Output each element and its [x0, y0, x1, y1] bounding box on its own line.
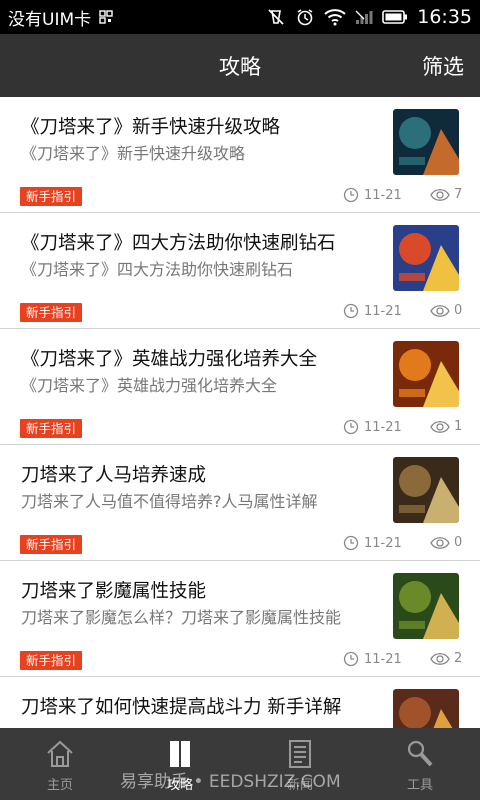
news-icon	[289, 740, 311, 768]
article-thumbnail	[393, 689, 459, 728]
article-thumbnail	[393, 573, 459, 639]
mute-icon	[266, 7, 286, 27]
carrier-label: 没有UIM卡	[8, 9, 92, 30]
article-summary: 《刀塔来了》新手快速升级攻略	[21, 144, 246, 163]
article-summary: 刀塔来了人马值不值得培养?人马属性详解	[21, 492, 318, 511]
article-summary: 《刀塔来了》四大方法助你快速刷钻石	[21, 260, 294, 279]
article-item[interactable]: 《刀塔来了》英雄战力强化培养大全 《刀塔来了》英雄战力强化培养大全 新手指引 11-2…	[0, 329, 480, 445]
qr-scan-icon	[99, 10, 113, 24]
wrench-icon	[407, 740, 433, 767]
publish-date: 11-21	[343, 651, 402, 667]
article-item[interactable]: 刀塔来了如何快速提高战斗力 新手详解	[0, 677, 480, 728]
views-text: 1	[454, 419, 463, 434]
clock-icon	[343, 303, 359, 319]
article-summary: 刀塔来了影魔怎么样？刀塔来了影魔属性技能	[21, 608, 342, 627]
publish-date: 11-21	[343, 535, 402, 551]
page-title: 攻略	[219, 54, 261, 79]
alarm-icon	[295, 7, 315, 27]
watermark-text: 易享助手 • EEDSHZIZ.COM	[120, 772, 341, 792]
article-thumbnail	[393, 109, 459, 175]
category-tag: 新手指引	[20, 651, 83, 670]
filter-button[interactable]: 筛选	[422, 51, 464, 81]
eye-icon	[430, 420, 450, 433]
article-summary: 《刀塔来了》英雄战力强化培养大全	[21, 376, 278, 395]
status-bar: 没有UIM卡 16:35	[0, 0, 480, 34]
article-item[interactable]: 《刀塔来了》四大方法助你快速刷钻石 《刀塔来了》四大方法助你快速刷钻石 新手指引 11…	[0, 213, 480, 329]
tab-label: 工具	[406, 778, 433, 793]
battery-icon	[382, 9, 408, 25]
date-text: 11-21	[364, 535, 402, 551]
tab-home[interactable]: 主页	[0, 728, 120, 800]
article-item[interactable]: 刀塔来了人马培养速成刀塔来了人马值不值得培养?人马属性详解 新手指引 11-21 0	[0, 445, 480, 561]
article-thumbnail	[393, 341, 459, 407]
article-title: 《刀塔来了》英雄战力强化培养大全	[21, 349, 318, 370]
clock-icon	[343, 419, 359, 435]
views-text: 0	[454, 303, 463, 318]
category-tag: 新手指引	[20, 419, 83, 438]
publish-date: 11-21	[343, 187, 402, 203]
article-thumbnail	[393, 457, 459, 523]
clock-icon	[343, 187, 359, 203]
date-text: 11-21	[364, 187, 402, 203]
date-text: 11-21	[364, 651, 402, 667]
eye-icon	[430, 188, 450, 201]
date-text: 11-21	[364, 419, 402, 435]
eye-icon	[430, 536, 450, 549]
article-item[interactable]: 刀塔来了影魔属性技能刀塔来了影魔怎么样？刀塔来了影魔属性技能 新手指引 11-21 2	[0, 561, 480, 677]
views-text: 2	[454, 651, 463, 666]
view-count: 1	[430, 419, 462, 434]
signal-icon	[355, 9, 373, 25]
article-title: 刀塔来了如何快速提高战斗力 新手详解	[21, 697, 342, 718]
publish-date: 11-21	[343, 419, 402, 435]
article-title: 刀塔来了人马培养速成	[21, 465, 207, 486]
clock-icon	[343, 535, 359, 551]
tab-tools[interactable]: 工具	[360, 728, 480, 800]
article-title: 《刀塔来了》新手快速升级攻略	[21, 117, 281, 138]
clock-time: 16:35	[417, 6, 472, 28]
article-title: 刀塔来了影魔属性技能	[21, 581, 207, 602]
tab-label: 主页	[46, 778, 73, 793]
article-title: 《刀塔来了》四大方法助你快速刷钻石	[21, 233, 336, 254]
view-count: 0	[430, 303, 462, 318]
view-count: 7	[430, 187, 462, 202]
date-text: 11-21	[364, 303, 402, 319]
view-count: 2	[430, 651, 462, 666]
article-list: 《刀塔来了》新手快速升级攻略 《刀塔来了》新手快速升级攻略 新手指引 11-21 7 《刀…	[0, 97, 480, 728]
article-item[interactable]: 《刀塔来了》新手快速升级攻略 《刀塔来了》新手快速升级攻略 新手指引 11-21 7	[0, 97, 480, 213]
eye-icon	[430, 652, 450, 665]
clock-icon	[343, 651, 359, 667]
views-text: 7	[454, 187, 463, 202]
eye-icon	[430, 304, 450, 317]
book-icon	[170, 741, 190, 767]
views-text: 0	[454, 535, 463, 550]
category-tag: 新手指引	[20, 187, 83, 206]
publish-date: 11-21	[343, 303, 402, 319]
category-tag: 新手指引	[20, 535, 83, 554]
category-tag: 新手指引	[20, 303, 83, 322]
app-header: 攻略 筛选	[0, 34, 480, 97]
wifi-icon	[324, 8, 346, 26]
view-count: 0	[430, 535, 462, 550]
home-icon	[47, 740, 73, 767]
article-thumbnail	[393, 225, 459, 291]
